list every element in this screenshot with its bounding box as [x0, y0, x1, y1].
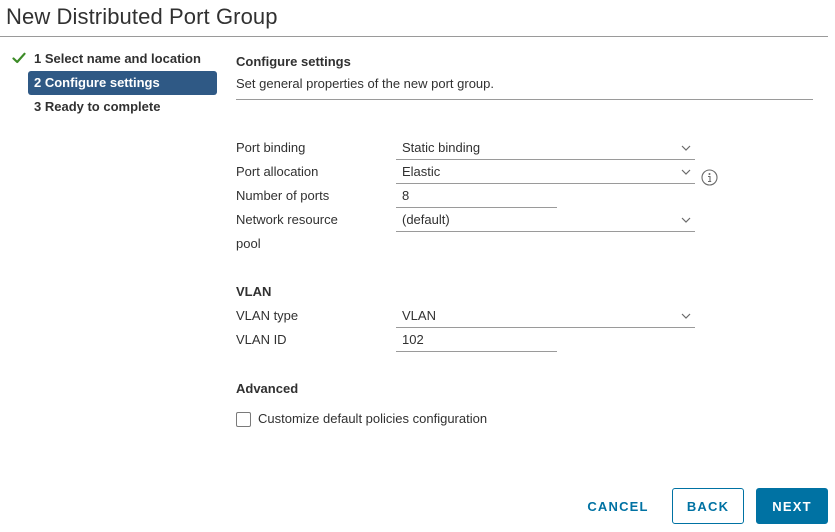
port-allocation-label: Port allocation: [236, 164, 319, 179]
page-description: Set general properties of the new port g…: [236, 76, 494, 91]
number-of-ports-input[interactable]: 8: [396, 185, 557, 208]
chevron-down-icon: [681, 169, 691, 175]
info-icon[interactable]: [701, 169, 718, 186]
vlan-heading: VLAN: [236, 284, 272, 299]
port-binding-value: Static binding: [402, 140, 481, 155]
step-select-name-location[interactable]: 1 Select name and location: [28, 47, 217, 71]
vlan-type-value: VLAN: [402, 308, 436, 323]
number-of-ports-value: 8: [402, 188, 410, 203]
network-resource-pool-select[interactable]: (default): [396, 209, 695, 232]
vlan-type-select[interactable]: VLAN: [396, 305, 695, 328]
vlan-id-value: 102: [402, 332, 424, 347]
port-allocation-value: Elastic: [402, 164, 441, 179]
vlan-id-input[interactable]: 102: [396, 329, 557, 352]
customize-policies-label[interactable]: Customize default policies configuration: [258, 411, 487, 426]
cancel-button[interactable]: CANCEL: [577, 488, 659, 524]
page-heading: Configure settings: [236, 54, 351, 69]
next-button[interactable]: NEXT: [756, 488, 828, 524]
vlan-type-label: VLAN type: [236, 308, 299, 323]
header-divider: [236, 99, 813, 100]
step-configure-settings[interactable]: 2 Configure settings: [28, 71, 217, 95]
title-divider: [0, 36, 828, 37]
customize-policies-checkbox[interactable]: [236, 412, 251, 427]
checkmark-icon: [12, 52, 26, 64]
chevron-down-icon: [681, 313, 691, 319]
dialog-title: New Distributed Port Group: [6, 4, 278, 29]
advanced-heading: Advanced: [236, 381, 299, 396]
network-resource-pool-label: Network resource: [236, 212, 338, 227]
port-binding-label: Port binding: [236, 140, 306, 155]
step-ready-to-complete[interactable]: 3 Ready to complete: [28, 95, 217, 119]
port-allocation-select[interactable]: Elastic: [396, 161, 695, 184]
network-resource-pool-label-cont: pool: [236, 236, 261, 251]
back-button[interactable]: BACK: [672, 488, 744, 524]
number-of-ports-label: Number of ports: [236, 188, 330, 203]
network-resource-pool-value: (default): [402, 212, 450, 227]
port-binding-select[interactable]: Static binding: [396, 137, 695, 160]
chevron-down-icon: [681, 145, 691, 151]
chevron-down-icon: [681, 217, 691, 223]
vlan-id-label: VLAN ID: [236, 332, 287, 347]
